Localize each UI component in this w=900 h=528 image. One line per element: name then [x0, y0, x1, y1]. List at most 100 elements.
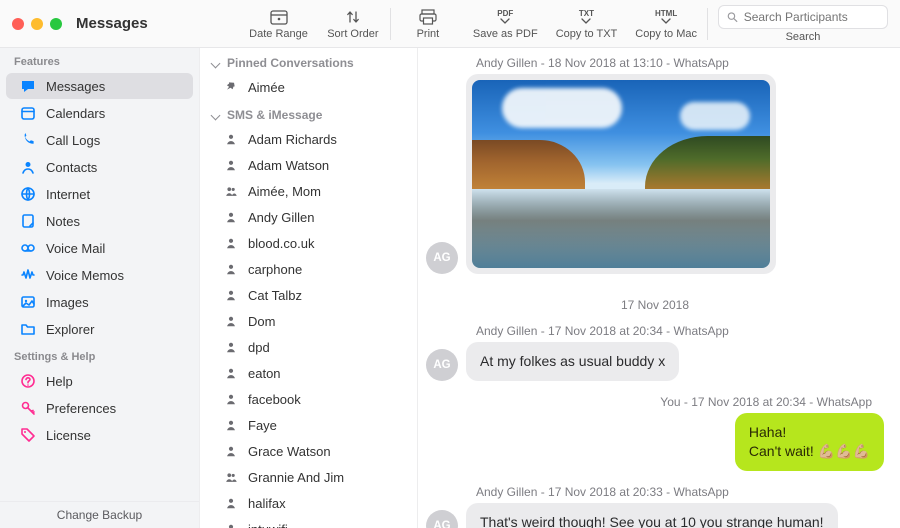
message-bubble-outgoing[interactable]: Haha! Can't wait! 💪🏼💪🏼💪🏼 — [735, 413, 884, 471]
conversation-label: Cat Talbz — [248, 288, 302, 303]
people-icon — [224, 469, 238, 485]
chat-transcript[interactable]: Andy Gillen - 18 Nov 2018 at 13:10 - Wha… — [418, 48, 900, 528]
pinned-section-toggle[interactable]: Pinned Conversations — [200, 48, 417, 74]
sidebar-item-label: License — [46, 428, 91, 443]
change-backup-button[interactable]: Change Backup — [0, 501, 199, 528]
conversation-item[interactable]: carphone — [200, 256, 417, 282]
person-icon — [224, 287, 238, 303]
message-row: AG — [426, 74, 884, 274]
voicemail-icon — [20, 240, 36, 256]
conversation-item[interactable]: Aimée, Mom — [200, 178, 417, 204]
conversation-label: eaton — [248, 366, 281, 381]
sidebar-item-label: Voice Mail — [46, 241, 105, 256]
conversation-label: Dom — [248, 314, 275, 329]
message-bubble-incoming[interactable]: At my folkes as usual buddy x — [466, 342, 679, 381]
sidebar-item-calendars[interactable]: Calendars — [6, 100, 193, 126]
wave-icon — [20, 267, 36, 283]
conversation-label: Adam Watson — [248, 158, 329, 173]
conversation-item[interactable]: Grannie And Jim — [200, 464, 417, 490]
conversation-label: Aimée — [248, 80, 285, 95]
conversation-item[interactable]: blood.co.uk — [200, 230, 417, 256]
sidebar-item-images[interactable]: Images — [6, 289, 193, 315]
conversation-item[interactable]: halifax — [200, 490, 417, 516]
date-range-button[interactable]: Date Range — [249, 8, 308, 40]
sidebar-item-label: Notes — [46, 214, 80, 229]
sidebar-item-explorer[interactable]: Explorer — [6, 316, 193, 342]
person-icon — [224, 339, 238, 355]
conversation-item[interactable]: facebook — [200, 386, 417, 412]
sidebar-item-internet[interactable]: Internet — [6, 181, 193, 207]
calendar-icon — [270, 8, 288, 26]
conversation-list[interactable]: Pinned Conversations Aimée SMS & iMessag… — [200, 48, 418, 528]
sidebar-item-voice-memos[interactable]: Voice Memos — [6, 262, 193, 288]
sidebar-item-notes[interactable]: Notes — [6, 208, 193, 234]
avatar: AG — [426, 349, 458, 381]
contact-icon — [20, 159, 36, 175]
phone-icon — [20, 132, 36, 148]
conversation-label: Faye — [248, 418, 277, 433]
sidebar-item-label: Voice Memos — [46, 268, 124, 283]
titlebar: Messages Date Range Sort Order — [0, 0, 900, 48]
conversation-label: Adam Richards — [248, 132, 337, 147]
message-meta: Andy Gillen - 17 Nov 2018 at 20:34 - Wha… — [476, 324, 884, 338]
folder-icon — [20, 321, 36, 337]
person-icon — [224, 235, 238, 251]
sidebar-item-voice-mail[interactable]: Voice Mail — [6, 235, 193, 261]
person-icon — [224, 417, 238, 433]
search-participants-input[interactable] — [718, 5, 888, 29]
person-icon — [224, 521, 238, 528]
minimize-window-button[interactable] — [31, 18, 43, 30]
sort-order-button[interactable]: Sort Order — [326, 8, 380, 40]
conversation-item[interactable]: Cat Talbz — [200, 282, 417, 308]
settings-section-label: Settings & Help — [0, 343, 199, 367]
sidebar-item-label: Call Logs — [46, 133, 100, 148]
conversation-item[interactable]: Andy Gillen — [200, 204, 417, 230]
sidebar-item-label: Calendars — [46, 106, 105, 121]
person-icon — [224, 131, 238, 147]
conversation-label: Grace Watson — [248, 444, 331, 459]
sidebar-item-help[interactable]: Help — [6, 368, 193, 394]
save-pdf-button[interactable]: PDF Save as PDF — [473, 8, 538, 40]
conversation-item[interactable]: Dom — [200, 308, 417, 334]
sidebar-item-preferences[interactable]: Preferences — [6, 395, 193, 421]
copy-txt-button[interactable]: TXT Copy to TXT — [556, 8, 618, 40]
chevron-down-icon — [212, 108, 221, 122]
date-divider: 17 Nov 2018 — [426, 288, 884, 322]
search-icon — [727, 11, 738, 23]
note-icon — [20, 213, 36, 229]
conversation-item[interactable]: Adam Watson — [200, 152, 417, 178]
sms-section-toggle[interactable]: SMS & iMessage — [200, 100, 417, 126]
sidebar-item-call-logs[interactable]: Call Logs — [6, 127, 193, 153]
conversation-label: intuwifi — [248, 522, 288, 528]
sidebar-item-license[interactable]: License — [6, 422, 193, 448]
conversation-item[interactable]: Adam Richards — [200, 126, 417, 152]
conversation-label: Grannie And Jim — [248, 470, 344, 485]
globe-icon — [20, 186, 36, 202]
image-attachment[interactable] — [466, 74, 776, 274]
print-button[interactable]: Print — [401, 8, 455, 40]
conversation-item[interactable]: Faye — [200, 412, 417, 438]
person-icon — [224, 495, 238, 511]
person-icon — [224, 391, 238, 407]
window-controls — [12, 18, 62, 30]
message-row: AG At my folkes as usual buddy x — [426, 342, 884, 381]
app-title: Messages — [76, 15, 148, 32]
printer-icon — [419, 8, 437, 26]
sidebar-item-label: Preferences — [46, 401, 116, 416]
conversation-item[interactable]: intuwifi — [200, 516, 417, 528]
sidebar-item-messages[interactable]: Messages — [6, 73, 193, 99]
fullscreen-window-button[interactable] — [50, 18, 62, 30]
sidebar-item-label: Images — [46, 295, 89, 310]
message-icon — [20, 78, 36, 94]
conversation-item[interactable]: eaton — [200, 360, 417, 386]
close-window-button[interactable] — [12, 18, 24, 30]
message-bubble-incoming[interactable]: That's weird though! See you at 10 you s… — [466, 503, 838, 528]
conversation-item[interactable]: Grace Watson — [200, 438, 417, 464]
conversation-label: facebook — [248, 392, 301, 407]
sidebar-item-contacts[interactable]: Contacts — [6, 154, 193, 180]
copy-mac-button[interactable]: HTML Copy to Mac — [635, 8, 697, 40]
conversation-item[interactable]: Aimée — [200, 74, 417, 100]
calendar-icon — [20, 105, 36, 121]
help-icon — [20, 373, 36, 389]
conversation-item[interactable]: dpd — [200, 334, 417, 360]
